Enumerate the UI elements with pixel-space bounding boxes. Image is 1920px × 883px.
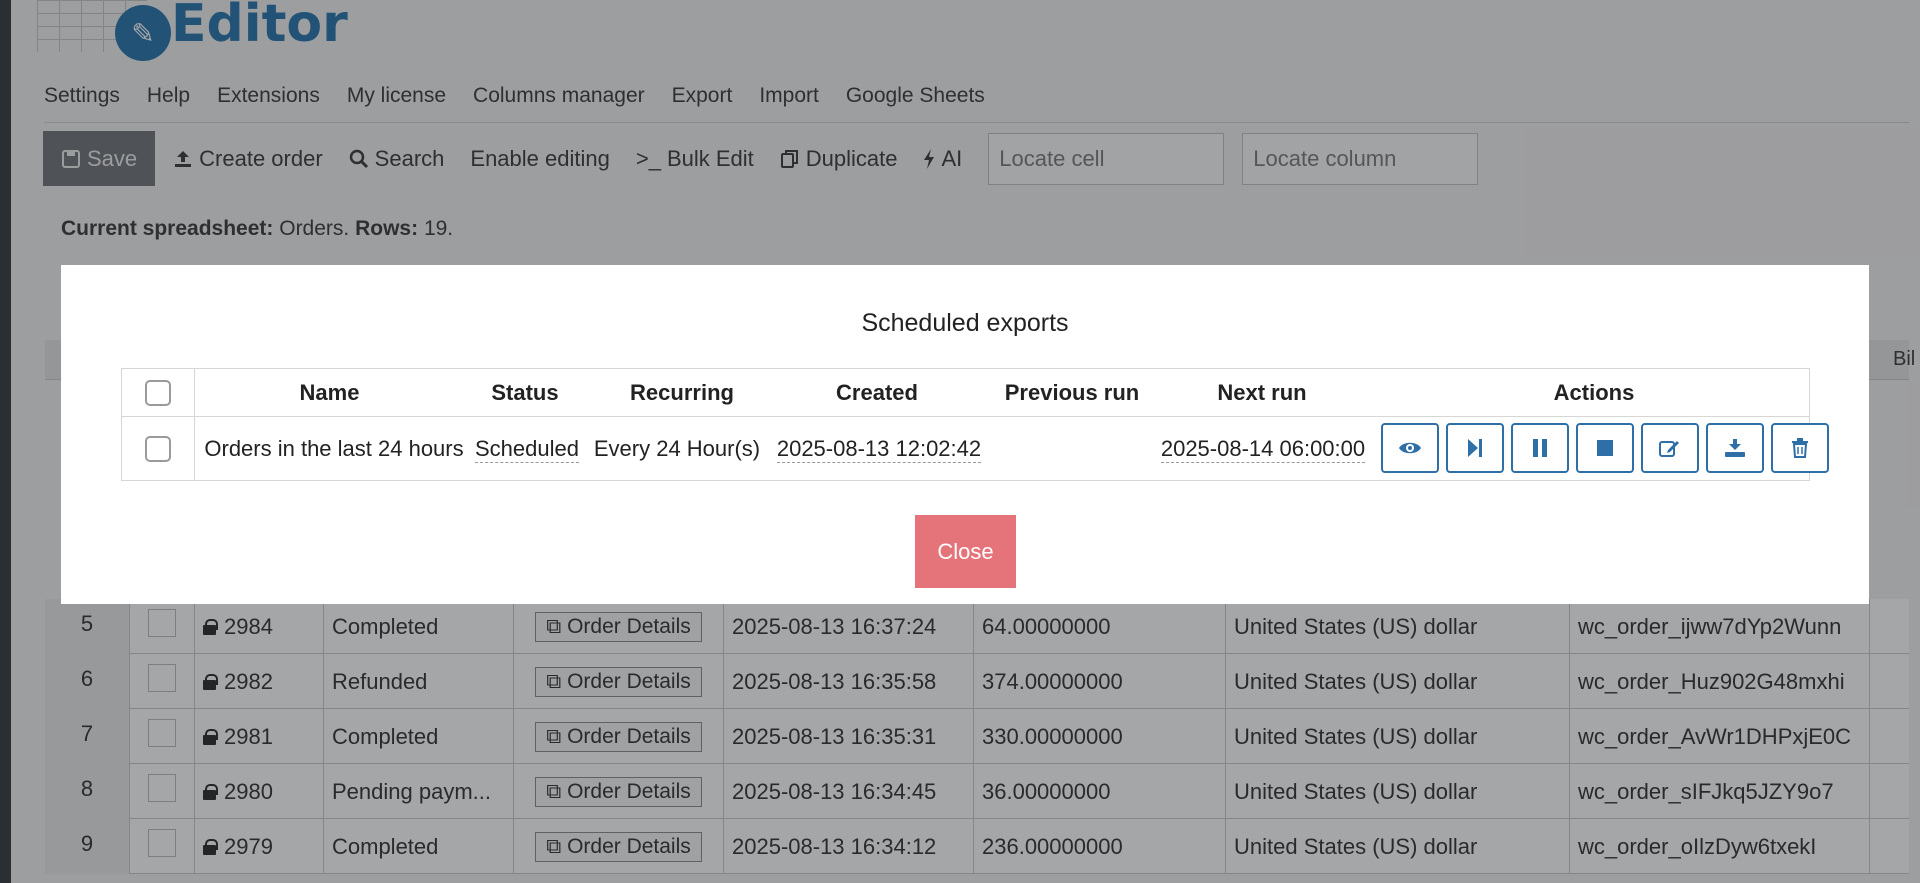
select-all-cell bbox=[122, 369, 194, 417]
view-button[interactable] bbox=[1381, 423, 1439, 473]
stop-button[interactable] bbox=[1576, 423, 1634, 473]
pause-button[interactable] bbox=[1511, 423, 1569, 473]
export-status[interactable]: Scheduled bbox=[475, 436, 579, 463]
close-button[interactable]: Close bbox=[915, 515, 1016, 588]
export-previous-run bbox=[988, 417, 1168, 481]
run-now-button[interactable] bbox=[1446, 423, 1504, 473]
export-recurring: Every 24 Hour(s) bbox=[593, 436, 761, 461]
table-row: Orders in the last 24 hours Scheduled Ev… bbox=[122, 417, 1829, 481]
scheduled-exports-modal: Scheduled exports Name Status Recurring … bbox=[61, 265, 1869, 604]
scheduled-exports-table: Name Status Recurring Created Previous r… bbox=[121, 368, 1829, 481]
export-created[interactable]: 2025-08-13 12:02:42 bbox=[776, 436, 982, 463]
download-icon bbox=[1725, 439, 1745, 457]
export-name: Orders in the last 24 hours bbox=[204, 436, 464, 461]
eye-icon bbox=[1399, 442, 1421, 454]
header-name: Name bbox=[299, 380, 360, 405]
run-next-icon bbox=[1468, 439, 1482, 457]
table-header-row: Name Status Recurring Created Previous r… bbox=[122, 369, 1809, 417]
export-status-cell: Scheduled bbox=[467, 417, 587, 481]
header-status: Status bbox=[491, 380, 559, 405]
edit-icon bbox=[1659, 441, 1679, 457]
trash-icon bbox=[1792, 438, 1808, 458]
select-all-checkbox[interactable] bbox=[145, 380, 171, 406]
export-next-run[interactable]: 2025-08-14 06:00:00 bbox=[1160, 436, 1366, 463]
header-next-run: Next run bbox=[1217, 380, 1307, 405]
pause-icon bbox=[1533, 439, 1547, 457]
export-actions bbox=[1381, 423, 1829, 473]
edit-button[interactable] bbox=[1641, 423, 1699, 473]
stop-icon bbox=[1597, 440, 1613, 456]
row-checkbox[interactable] bbox=[145, 436, 171, 462]
export-created-cell: 2025-08-13 12:02:42 bbox=[770, 417, 988, 481]
header-recurring: Recurring bbox=[630, 380, 734, 405]
header-actions: Actions bbox=[1553, 380, 1635, 405]
modal-title: Scheduled exports bbox=[861, 309, 1069, 337]
export-next-run-cell: 2025-08-14 06:00:00 bbox=[1147, 417, 1379, 481]
header-previous-run: Previous run bbox=[1004, 380, 1140, 405]
download-button[interactable] bbox=[1706, 423, 1764, 473]
header-created: Created bbox=[836, 380, 918, 405]
delete-button[interactable] bbox=[1771, 423, 1829, 473]
